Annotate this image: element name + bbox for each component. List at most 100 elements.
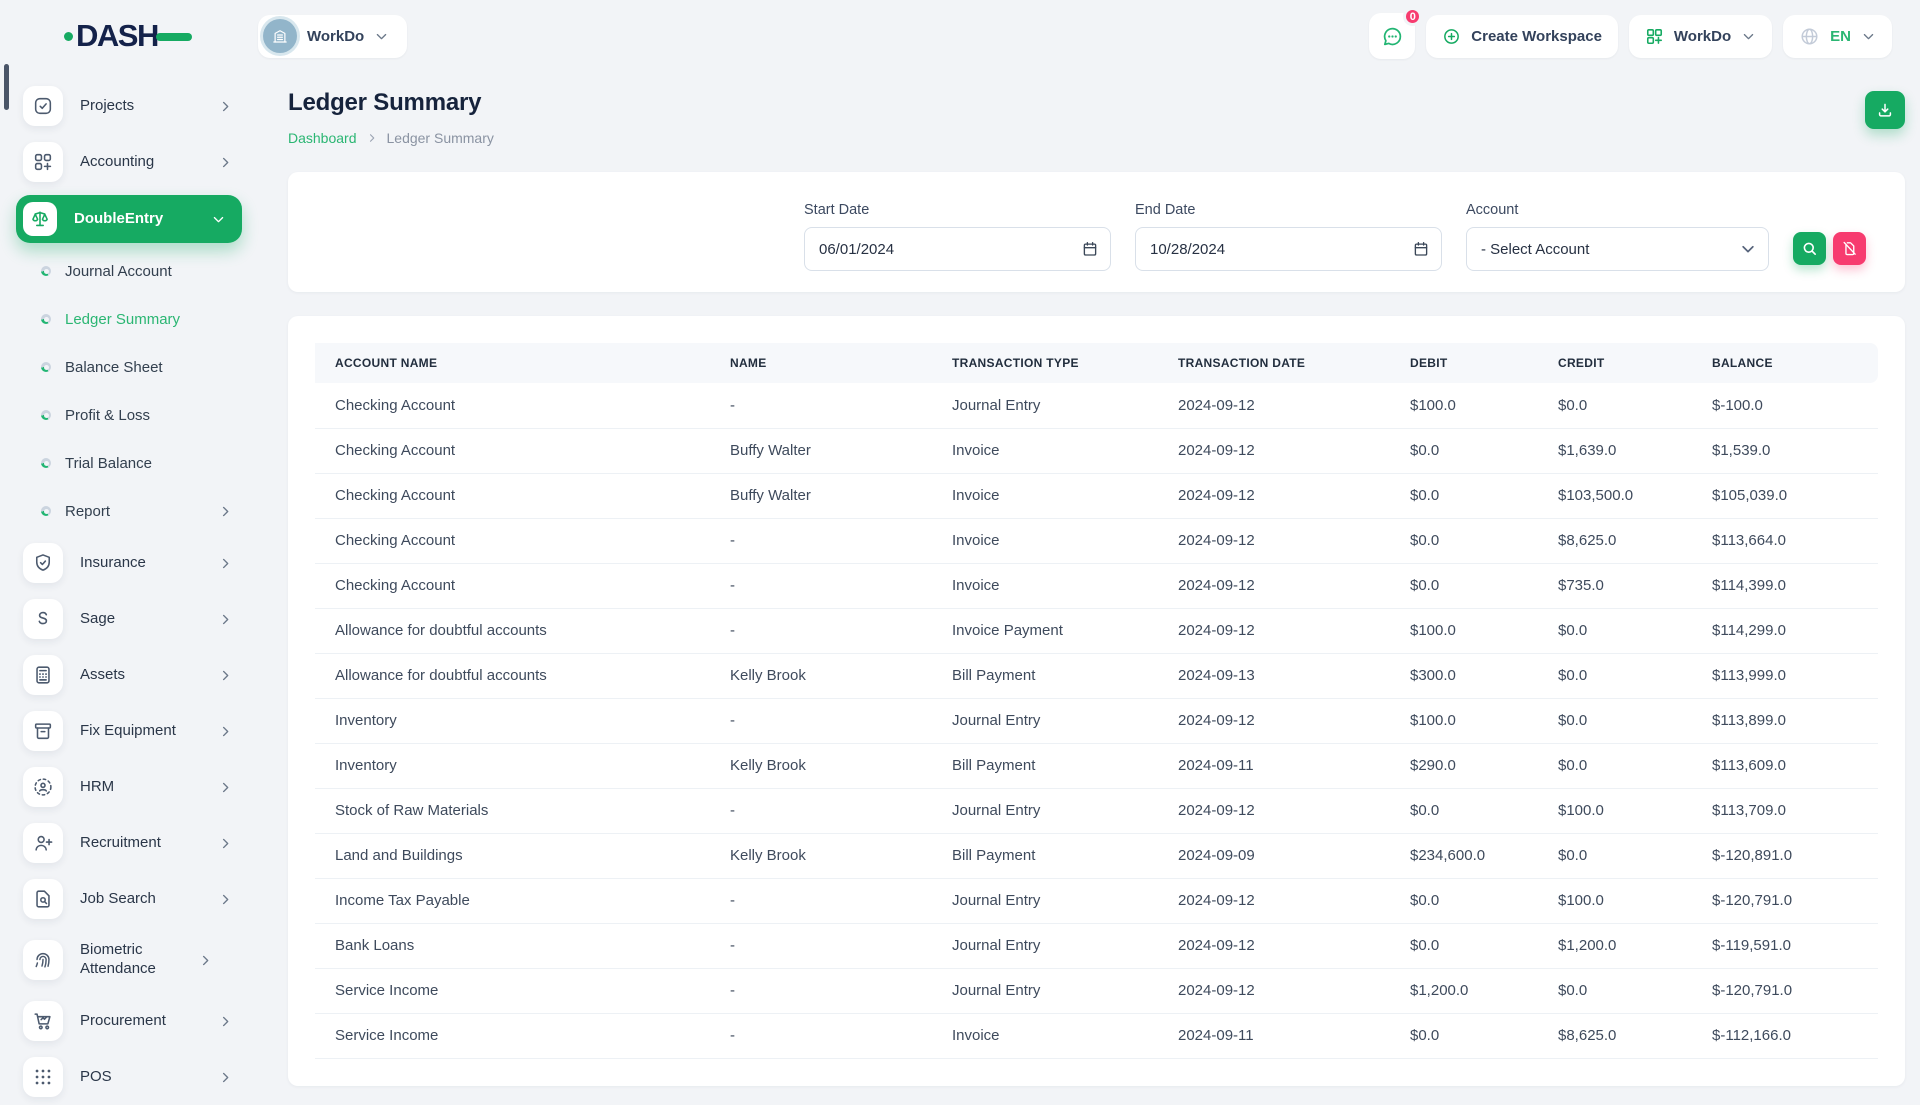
table-row[interactable]: Land and Buildings Kelly Brook Bill Paym…: [315, 833, 1878, 878]
messages-badge: 0: [1403, 7, 1422, 26]
create-workspace-button[interactable]: Create Workspace: [1426, 15, 1618, 58]
cell-account-name: Stock of Raw Materials: [315, 788, 710, 833]
table-row[interactable]: Allowance for doubtful accounts Kelly Br…: [315, 653, 1878, 698]
download-button[interactable]: [1865, 91, 1905, 129]
apps-grid-icon: [1645, 27, 1664, 46]
end-date-input[interactable]: [1135, 227, 1442, 271]
table-row[interactable]: Checking Account - Invoice 2024-09-12 $0…: [315, 518, 1878, 563]
table-row[interactable]: Checking Account - Journal Entry 2024-09…: [315, 383, 1878, 428]
cell-transaction-date: 2024-09-12: [1158, 968, 1390, 1013]
table-row[interactable]: Service Income - Journal Entry 2024-09-1…: [315, 968, 1878, 1013]
cell-transaction-type: Invoice: [932, 1013, 1158, 1058]
breadcrumb-current: Ledger Summary: [387, 130, 494, 146]
sidebar-subitem[interactable]: Profit & Loss: [0, 391, 258, 439]
column-header[interactable]: DEBIT: [1390, 343, 1538, 383]
sidebar-item-doubleentry[interactable]: DoubleEntry: [16, 195, 242, 243]
cell-transaction-date: 2024-09-12: [1158, 698, 1390, 743]
person-plus-icon: [23, 823, 63, 863]
cell-transaction-date: 2024-09-12: [1158, 923, 1390, 968]
sidebar-item-sage[interactable]: Sage: [0, 591, 258, 647]
cell-transaction-date: 2024-09-12: [1158, 473, 1390, 518]
table-row[interactable]: Inventory - Journal Entry 2024-09-12 $10…: [315, 698, 1878, 743]
sidebar-scrollbar[interactable]: [4, 64, 9, 110]
create-workspace-label: Create Workspace: [1471, 28, 1602, 45]
cell-credit: $0.0: [1538, 833, 1692, 878]
cell-transaction-type: Invoice: [932, 563, 1158, 608]
cell-debit: $0.0: [1390, 923, 1538, 968]
chevron-down-icon: [1861, 29, 1876, 44]
messages-button[interactable]: 0: [1369, 13, 1415, 59]
sidebar-item-hrm[interactable]: HRM: [0, 759, 258, 815]
sidebar-subitem[interactable]: Report: [0, 487, 258, 535]
column-header[interactable]: TRANSACTION TYPE: [932, 343, 1158, 383]
cell-transaction-date: 2024-09-11: [1158, 1013, 1390, 1058]
table-row[interactable]: Inventory Kelly Brook Bill Payment 2024-…: [315, 743, 1878, 788]
cell-credit: $0.0: [1538, 698, 1692, 743]
start-date-label: Start Date: [804, 202, 1111, 218]
sidebar-item-assets[interactable]: Assets: [0, 647, 258, 703]
cell-debit: $300.0: [1390, 653, 1538, 698]
cell-balance: $105,039.0: [1692, 473, 1878, 518]
table-row[interactable]: Allowance for doubtful accounts - Invoic…: [315, 608, 1878, 653]
column-header[interactable]: ACCOUNT NAME: [315, 343, 710, 383]
bullet-icon: [41, 506, 51, 516]
table-row[interactable]: Checking Account - Invoice 2024-09-12 $0…: [315, 563, 1878, 608]
cell-name: -: [710, 923, 932, 968]
apply-filter-button[interactable]: [1793, 232, 1826, 265]
cell-balance: $114,399.0: [1692, 563, 1878, 608]
app-switcher-button[interactable]: WorkDo: [1629, 15, 1772, 58]
sidebar-subitem[interactable]: Balance Sheet: [0, 343, 258, 391]
app-switcher-label: WorkDo: [1674, 28, 1731, 45]
sidebar-item-pos[interactable]: POS: [0, 1049, 258, 1105]
sidebar-item-projects[interactable]: Projects: [0, 78, 258, 134]
cell-transaction-type: Invoice: [932, 518, 1158, 563]
table-row[interactable]: Checking Account Buffy Walter Invoice 20…: [315, 428, 1878, 473]
sidebar-subitem[interactable]: Ledger Summary: [0, 295, 258, 343]
cell-balance: $1,539.0: [1692, 428, 1878, 473]
language-code: EN: [1830, 28, 1851, 45]
start-date-input[interactable]: [804, 227, 1111, 271]
dash-logo[interactable]: DASH: [64, 18, 192, 54]
cell-transaction-date: 2024-09-12: [1158, 428, 1390, 473]
cell-name: -: [710, 563, 932, 608]
cell-debit: $290.0: [1390, 743, 1538, 788]
breadcrumb-dashboard-link[interactable]: Dashboard: [288, 130, 357, 146]
table-row[interactable]: Checking Account Buffy Walter Invoice 20…: [315, 473, 1878, 518]
workspace-switcher[interactable]: WorkDo: [258, 15, 407, 58]
column-header[interactable]: BALANCE: [1692, 343, 1878, 383]
sidebar-item-insurance[interactable]: Insurance: [0, 535, 258, 591]
chevron-down-icon: [1741, 29, 1756, 44]
language-selector[interactable]: EN: [1783, 15, 1892, 58]
cell-transaction-type: Invoice: [932, 428, 1158, 473]
cell-debit: $234,600.0: [1390, 833, 1538, 878]
sidebar-subitem[interactable]: Journal Account: [0, 247, 258, 295]
sidebar-item-recruitment[interactable]: Recruitment: [0, 815, 258, 871]
sidebar-item-accounting[interactable]: Accounting: [0, 134, 258, 190]
search-icon: [1801, 240, 1818, 257]
cell-transaction-date: 2024-09-09: [1158, 833, 1390, 878]
sidebar-item-biometric-attendance[interactable]: Biometric Attendance: [0, 927, 258, 993]
reset-filter-button[interactable]: [1833, 232, 1866, 265]
end-date-label: End Date: [1135, 202, 1442, 218]
sidebar-subitem[interactable]: Trial Balance: [0, 439, 258, 487]
table-row[interactable]: Income Tax Payable - Journal Entry 2024-…: [315, 878, 1878, 923]
table-row[interactable]: Bank Loans - Journal Entry 2024-09-12 $0…: [315, 923, 1878, 968]
column-header[interactable]: NAME: [710, 343, 932, 383]
account-select[interactable]: - Select Account: [1466, 227, 1769, 271]
sidebar-item-procurement[interactable]: Procurement: [0, 993, 258, 1049]
sidebar-item-fix-equipment[interactable]: Fix Equipment: [0, 703, 258, 759]
column-header[interactable]: TRANSACTION DATE: [1158, 343, 1390, 383]
cell-account-name: Income Tax Payable: [315, 878, 710, 923]
cell-balance: $-112,166.0: [1692, 1013, 1878, 1058]
sidebar-item-job-search[interactable]: Job Search: [0, 871, 258, 927]
cell-name: -: [710, 383, 932, 428]
cell-name: Buffy Walter: [710, 473, 932, 518]
chevron-right-icon: [218, 892, 233, 907]
table-row[interactable]: Service Income - Invoice 2024-09-11 $0.0…: [315, 1013, 1878, 1058]
column-header[interactable]: CREDIT: [1538, 343, 1692, 383]
cell-balance: $-120,891.0: [1692, 833, 1878, 878]
cell-account-name: Checking Account: [315, 383, 710, 428]
table-row[interactable]: Stock of Raw Materials - Journal Entry 2…: [315, 788, 1878, 833]
doubleentry-submenu: Journal Account Ledger Summary Balance S…: [0, 247, 258, 535]
main-content: Ledger Summary Dashboard Ledger Summary …: [258, 72, 1920, 1080]
